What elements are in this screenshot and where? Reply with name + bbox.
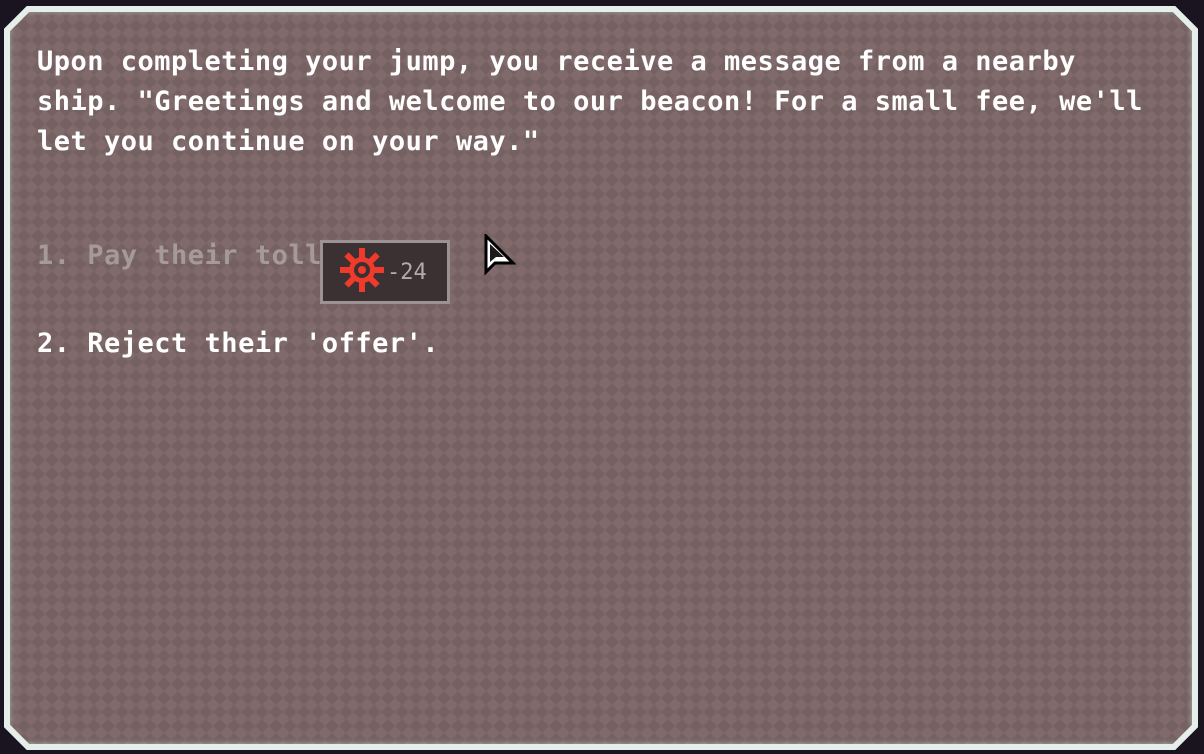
choice-label: 1. Pay their toll. [37, 240, 339, 271]
choice-pay-toll[interactable]: 1. Pay their toll. [37, 240, 339, 272]
mouse-cursor-icon [484, 232, 517, 283]
choice-reject-offer[interactable]: 2. Reject their 'offer'. [37, 328, 439, 360]
toll-cost-badge: -24 [320, 240, 450, 304]
scrap-gear-icon [339, 247, 385, 298]
choice-label: 2. Reject their 'offer'. [37, 328, 440, 359]
toll-cost-value: -24 [387, 259, 427, 285]
event-message: Upon completing your jump, you receive a… [37, 46, 1143, 157]
event-window: Upon completing your jump, you receive a… [0, 0, 1204, 754]
